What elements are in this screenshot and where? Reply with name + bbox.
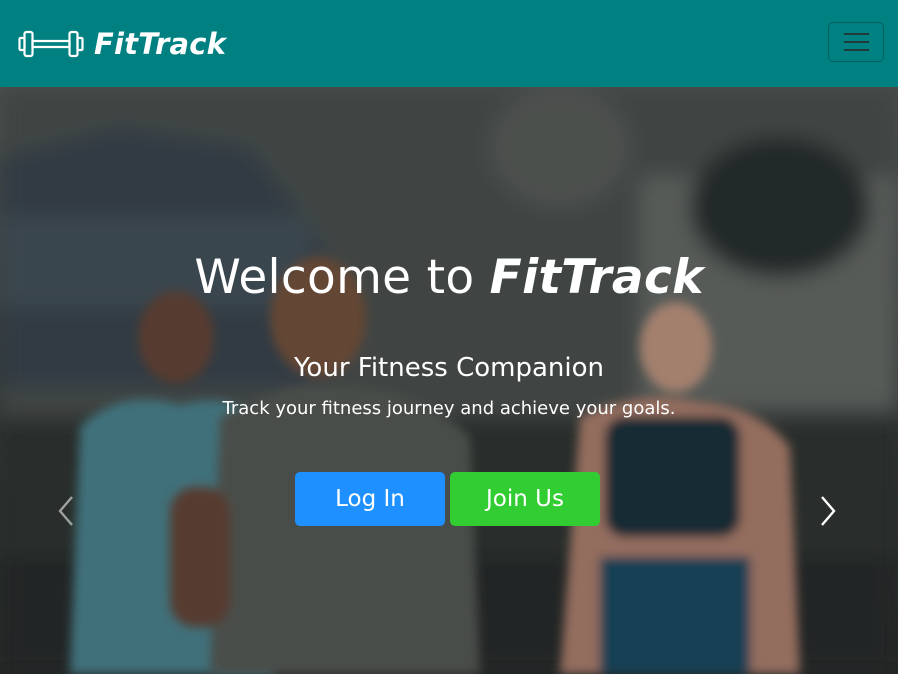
navbar: FitTrack: [0, 0, 898, 87]
hero-subtitle: Your Fitness Companion: [294, 353, 604, 383]
hero-title-prefix: Welcome to: [194, 250, 490, 305]
hero-carousel: Welcome to FitTrack Your Fitness Compani…: [0, 87, 898, 674]
login-button[interactable]: Log In: [295, 472, 445, 526]
navbar-toggler-button[interactable]: [828, 22, 884, 62]
hero-title: Welcome to FitTrack: [0, 250, 898, 305]
hamburger-menu-icon: [843, 33, 869, 35]
hero-title-brand: FitTrack: [489, 250, 704, 305]
dumbbell-icon: [18, 30, 84, 57]
brand-link[interactable]: FitTrack: [18, 27, 226, 61]
hero-caption: Welcome to FitTrack Your Fitness Compani…: [0, 87, 898, 674]
join-button[interactable]: Join Us: [450, 472, 600, 526]
chevron-left-icon: [58, 496, 73, 526]
hamburger-menu-icon-bar: [843, 41, 869, 43]
brand-name: FitTrack: [94, 26, 227, 61]
hero-description: Track your fitness journey and achieve y…: [222, 398, 676, 419]
carousel-next-button[interactable]: [808, 481, 848, 541]
hamburger-menu-icon-bar: [843, 49, 869, 51]
carousel-prev-button[interactable]: [46, 481, 86, 541]
chevron-right-icon: [821, 496, 836, 526]
